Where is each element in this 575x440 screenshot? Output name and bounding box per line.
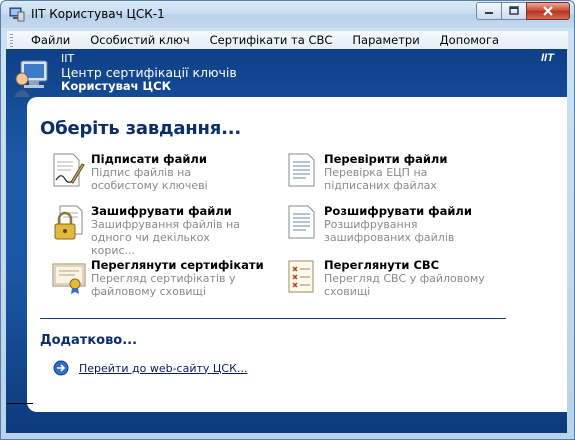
tasks-heading: Оберіть завдання... [40, 118, 242, 139]
minimize-button[interactable] [476, 2, 502, 20]
task-name: Перевірити файли [324, 152, 448, 166]
menu-certificates[interactable]: Сертифікати та СВС [200, 33, 343, 47]
lock-document-icon [54, 205, 83, 240]
header-subtitle: Користувач ЦСК [61, 79, 172, 93]
header-company: IIT [61, 52, 75, 65]
task-desc: Перевірка ЕЦП на підписаних файлах [324, 166, 437, 192]
website-link-label[interactable]: Перейти до web-сайту ЦСК... [79, 362, 247, 375]
task-verify-files[interactable]: Перевірити файли Перевірка ЕЦП на підпис… [284, 152, 494, 198]
brand-logo: IIT [541, 52, 554, 64]
task-desc: Підпис файлів на особистому ключеві [91, 166, 208, 192]
window-title: IIT Користувач ЦСК-1 [31, 7, 165, 21]
close-icon [543, 6, 553, 16]
menu-personal-key[interactable]: Особистий ключ [80, 33, 199, 47]
task-name: Зашифрувати файли [91, 204, 232, 218]
extra-heading: Додатково... [40, 333, 138, 348]
website-link[interactable]: Перейти до web-сайту ЦСК... [53, 360, 247, 376]
menu-help[interactable]: Допомога [430, 33, 509, 47]
task-name: Переглянути СВС [324, 258, 440, 272]
certificate-icon [52, 263, 86, 294]
stray-line [7, 403, 33, 404]
decrypt-document-icon [288, 205, 315, 239]
menu-files[interactable]: Файли [21, 33, 80, 47]
verify-document-icon [288, 153, 315, 187]
section-divider [40, 318, 506, 319]
task-name: Переглянути сертифікати [91, 258, 264, 272]
task-desc: Перегляд СВС у файловому сховищі [324, 272, 485, 298]
title-bar[interactable]: IIT Користувач ЦСК-1 [1, 1, 574, 28]
minimize-icon [485, 12, 493, 14]
task-desc: Розшифрування зашифрованих файлів [324, 218, 455, 244]
menu-bar: Файли Особистий ключ Сертифікати та СВС … [7, 31, 568, 50]
arrow-right-icon [53, 360, 69, 376]
menu-settings[interactable]: Параметри [342, 33, 429, 47]
maximize-button[interactable] [501, 2, 527, 20]
task-encrypt-files[interactable]: Зашифрувати файли Зашифрування файлів на… [51, 204, 261, 257]
task-desc: Перегляд сертифікатів у файловому сховищ… [91, 272, 236, 298]
task-desc: Зашифрування файлів на одного чи декільк… [91, 218, 240, 257]
maximize-icon [509, 6, 519, 15]
menu-grip[interactable] [10, 33, 13, 47]
sign-document-icon [53, 153, 85, 187]
app-icon [9, 7, 25, 22]
task-view-crl[interactable]: Переглянути СВС Перегляд СВС у файловому… [284, 258, 494, 304]
task-view-certificates[interactable]: Переглянути сертифікати Перегляд сертифі… [51, 258, 264, 304]
close-button[interactable] [526, 2, 570, 20]
task-name: Підписати файли [91, 152, 207, 166]
revocation-list-icon [288, 260, 314, 293]
task-sign-files[interactable]: Підписати файли Підпис файлів на особист… [51, 152, 261, 198]
user-computer-icon [14, 60, 48, 97]
task-decrypt-files[interactable]: Розшифрувати файли Розшифрування зашифро… [284, 204, 494, 250]
task-name: Розшифрувати файли [324, 204, 472, 218]
header-title: Центр сертифікації ключів [61, 65, 237, 80]
